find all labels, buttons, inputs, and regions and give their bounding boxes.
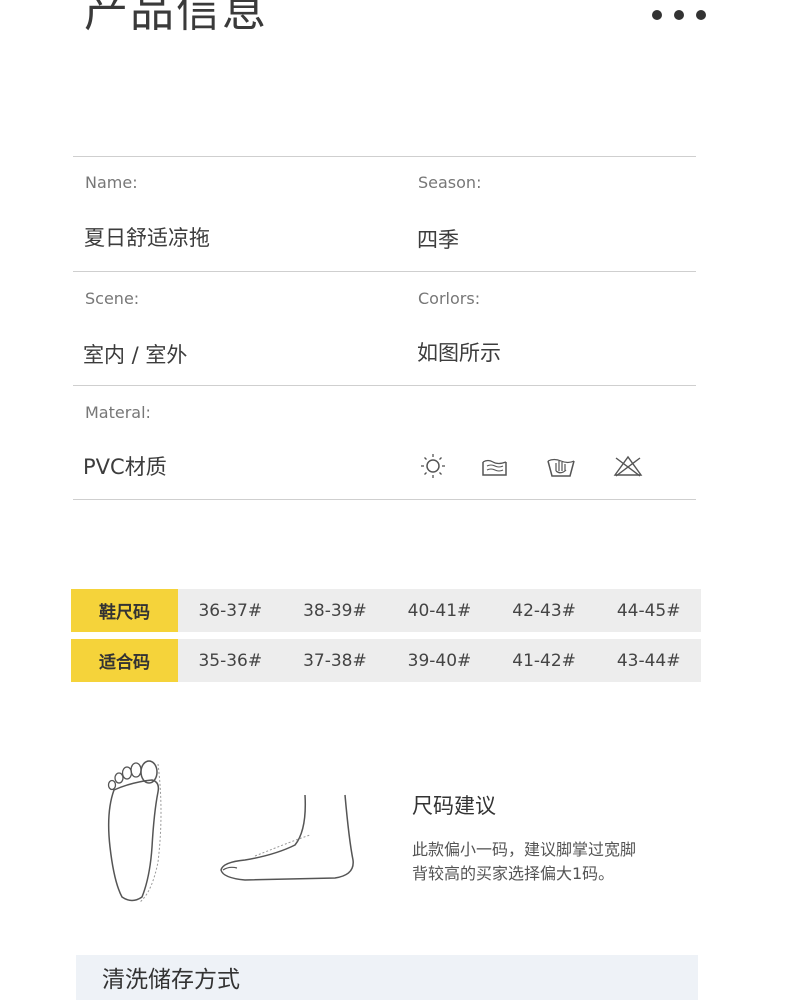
size-cell: 43-44# [616,650,681,671]
more-options-icon[interactable] [652,10,708,22]
hand-wash-basin-icon [547,458,575,477]
divider [73,499,696,500]
size-advice-line: 背较高的买家选择偏大1码。 [412,864,615,883]
size-advice-text: 此款偏小一码，建议脚掌过宽脚 背较高的买家选择偏大1码。 [412,838,682,886]
divider [73,271,696,272]
name-value: 夏日舒适凉拖 [84,226,210,250]
size-cell: 39-40# [407,650,472,671]
size-row-shoe: 鞋尺码 36-37# 38-39# 40-41# 42-43# 44-45# [71,589,701,632]
size-row-head: 适合码 [71,639,178,682]
colors-value: 如图所示 [417,341,501,365]
size-row-fit: 适合码 35-36# 37-38# 39-40# 41-42# 43-44# [71,639,701,682]
size-advice-line: 此款偏小一码，建议脚掌过宽脚 [412,840,637,859]
dot [696,10,706,20]
size-cell: 44-45# [616,600,681,621]
name-label: Name: [85,173,138,192]
size-advice-title: 尺码建议 [412,794,496,818]
size-cell: 36-37# [198,600,263,621]
material-label: Materal: [85,403,151,422]
material-value: PVC材质 [83,455,167,479]
divider [73,385,696,386]
size-row-head: 鞋尺码 [71,589,178,632]
season-label: Season: [418,173,482,192]
hand-wash-water-icon [482,459,507,476]
size-cell: 41-42# [512,650,576,671]
size-cell: 37-38# [303,650,367,671]
sun-dry-icon [421,454,445,478]
size-cell: 35-36# [198,650,263,671]
foot-sole-icon [107,760,162,903]
season-value: 四季 [417,228,459,252]
page-title: 产品信息 [84,0,268,37]
scene-value: 室内 / 室外 [83,343,188,367]
size-cell: 42-43# [512,600,576,621]
divider [73,156,696,157]
colors-label: Corlors: [418,289,481,308]
care-section-title: 清洗储存方式 [102,967,240,993]
no-bleach-icon [613,455,643,477]
size-cell: 38-39# [303,600,367,621]
scene-label: Scene: [85,289,140,308]
dot [652,10,662,20]
foot-side-icon [220,794,354,881]
size-cell: 40-41# [407,600,472,621]
dot [674,10,684,20]
